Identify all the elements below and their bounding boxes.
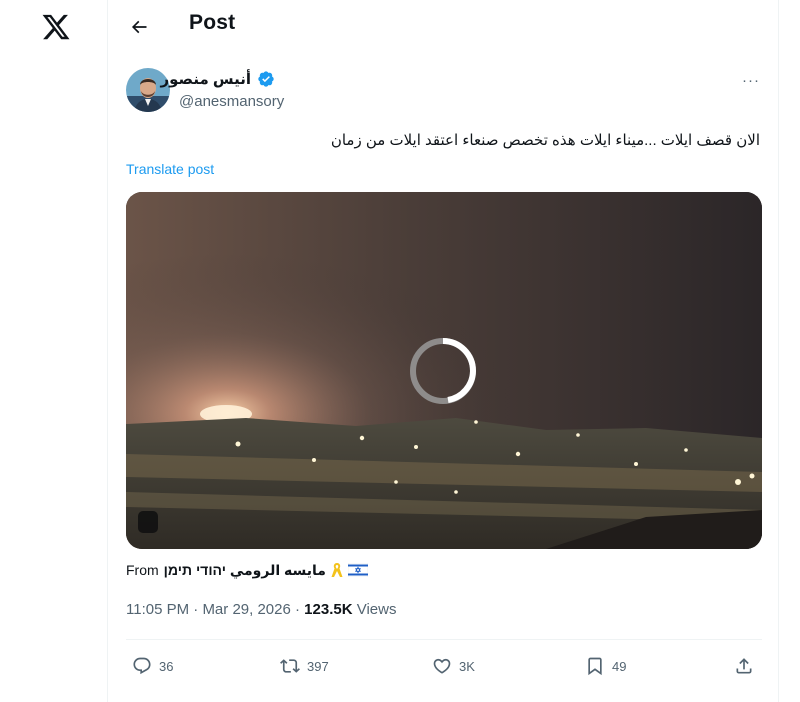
- post-source-row: From مايسه الرومي יהודי תימן: [126, 560, 369, 580]
- share-button[interactable]: [734, 655, 754, 677]
- meta-separator: ·: [295, 601, 300, 618]
- meta-separator: ·: [193, 601, 199, 618]
- author-display-name[interactable]: أنيس منصور: [161, 70, 252, 88]
- reply-button[interactable]: 36: [132, 655, 173, 677]
- bookmark-count: 49: [612, 658, 627, 674]
- views-label: Views: [356, 601, 397, 618]
- verified-badge-icon: [257, 70, 275, 88]
- post-metadata: 11:05 PM · Mar 29, 2026 · 123.5K Views: [126, 601, 396, 618]
- views-count: 123.5K: [304, 601, 353, 618]
- post-video[interactable]: [126, 192, 762, 549]
- israel-flag-icon: [347, 562, 369, 578]
- post-time[interactable]: 11:05 PM: [126, 601, 189, 618]
- divider: [126, 639, 762, 640]
- post-header: Post: [108, 0, 778, 52]
- page-title: Post: [189, 11, 236, 34]
- more-options-button[interactable]: ···: [742, 72, 760, 89]
- post-text: الان قصف ايلات ...ميناء ايلات هذه تخصص ص…: [330, 132, 760, 149]
- bookmark-icon: [588, 657, 602, 676]
- yellow-ribbon-icon: [331, 562, 343, 578]
- heart-icon: [433, 658, 451, 674]
- video-control-button[interactable]: [138, 511, 158, 533]
- like-button[interactable]: 3K: [432, 655, 475, 677]
- repost-button[interactable]: 397: [280, 655, 329, 677]
- bookmark-button[interactable]: 49: [585, 655, 626, 677]
- from-label: From: [126, 562, 159, 578]
- reply-count: 36: [159, 658, 174, 674]
- share-icon: [736, 658, 752, 674]
- translate-post-link[interactable]: Translate post: [126, 161, 214, 177]
- x-logo-icon[interactable]: [40, 12, 72, 42]
- repost-count: 397: [307, 658, 329, 674]
- like-count: 3K: [459, 658, 475, 674]
- reply-icon: [133, 657, 151, 675]
- arrow-left-icon: [131, 20, 147, 34]
- post-detail-column: Post أنيس منصور @anesmansory ··· الان قص…: [107, 0, 779, 702]
- author-handle[interactable]: @anesmansory: [179, 93, 284, 110]
- repost-icon: [280, 659, 300, 673]
- loading-spinner-icon: [408, 336, 478, 406]
- left-navigation-rail: [0, 0, 107, 702]
- source-account-name[interactable]: مايسه الرومي יהודי תימן: [164, 562, 326, 579]
- back-button[interactable]: [122, 10, 156, 44]
- post-date[interactable]: Mar 29, 2026: [202, 601, 290, 618]
